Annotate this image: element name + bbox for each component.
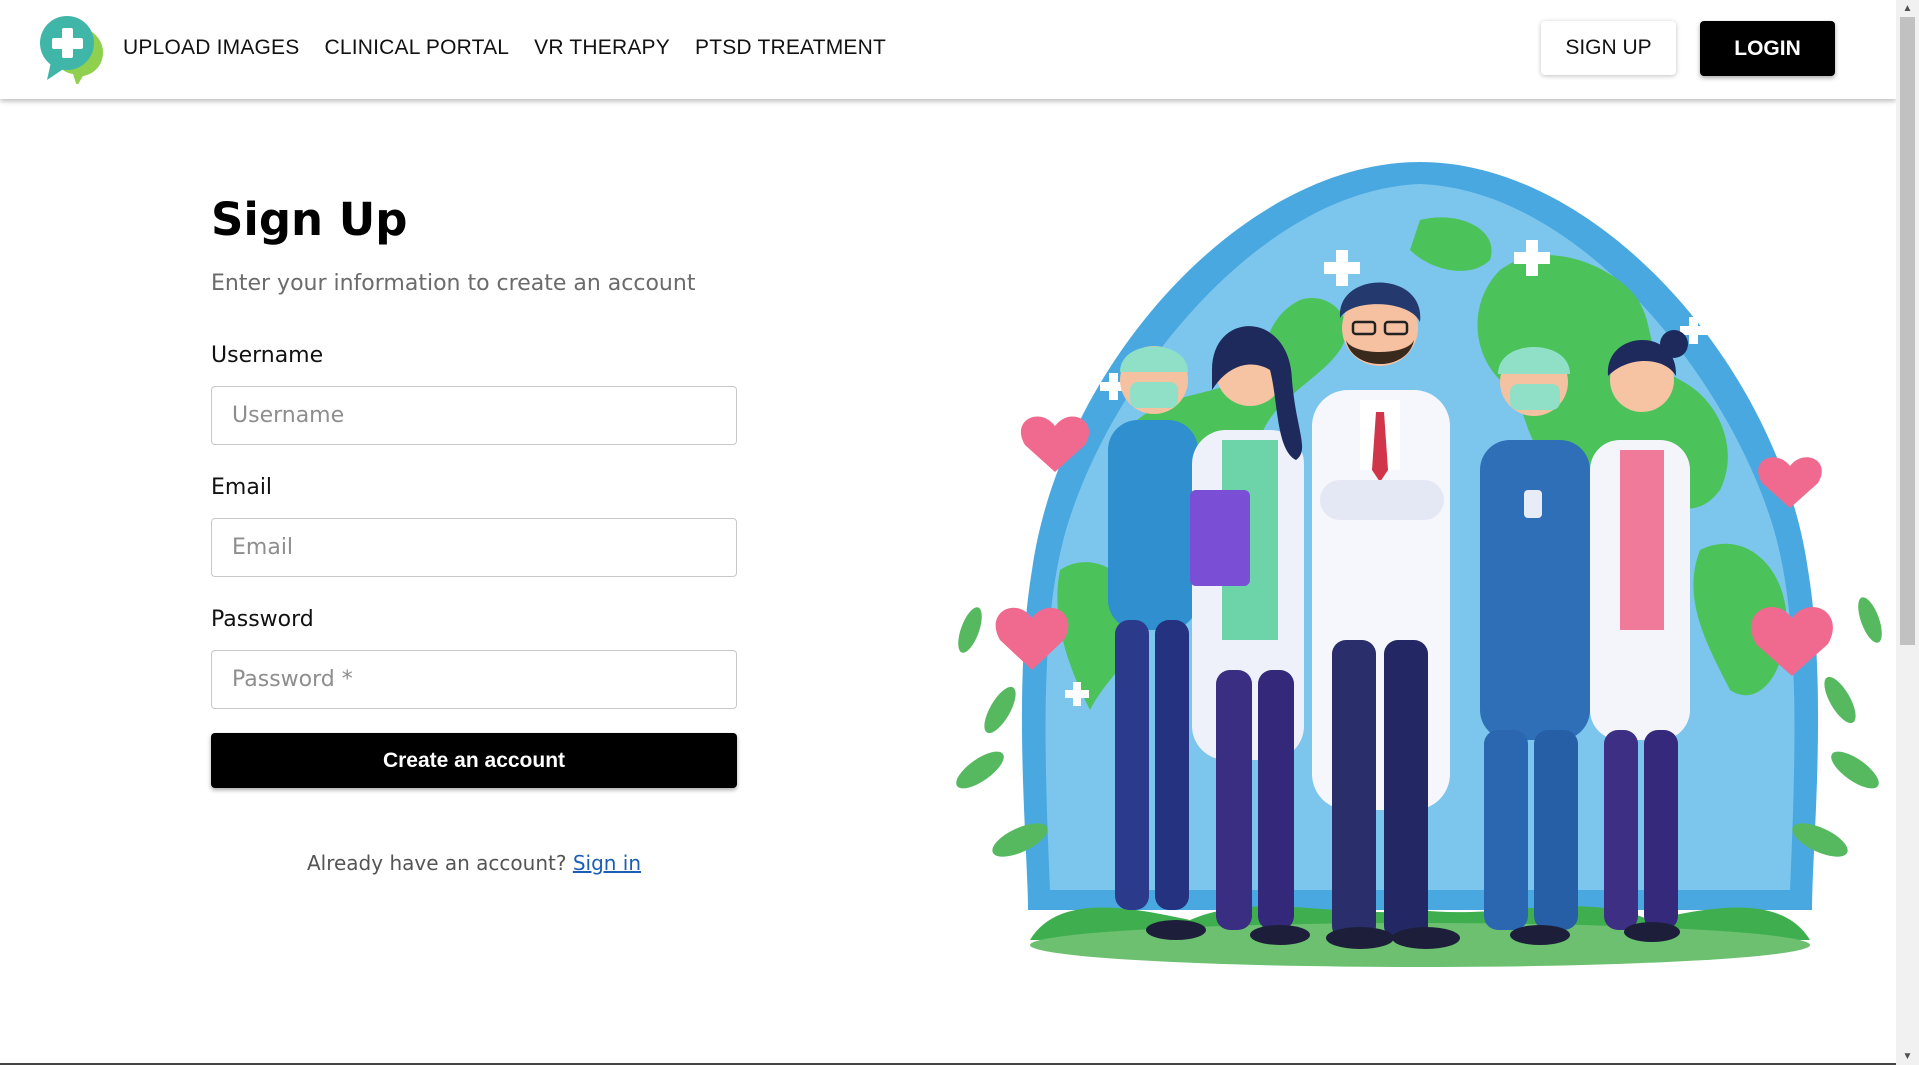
page-scrollbar[interactable]: ▲ ▼ bbox=[1896, 0, 1919, 1065]
signin-link[interactable]: Sign in bbox=[573, 851, 641, 875]
nav-vr-therapy[interactable]: VR THERAPY bbox=[534, 36, 670, 60]
signin-prompt-row: Already have an account? Sign in bbox=[211, 851, 737, 875]
scroll-thumb[interactable] bbox=[1900, 17, 1915, 645]
scroll-up-arrow-icon[interactable]: ▲ bbox=[1896, 0, 1919, 17]
password-input[interactable] bbox=[211, 650, 737, 709]
medical-cross-chat-icon[interactable] bbox=[37, 12, 109, 84]
username-input[interactable] bbox=[211, 386, 737, 445]
page-title: Sign Up bbox=[211, 193, 408, 246]
nav-signup-button[interactable]: SIGN UP bbox=[1541, 21, 1676, 75]
create-account-button[interactable]: Create an account bbox=[211, 733, 737, 788]
nav-ptsd-treatment[interactable]: PTSD TREATMENT bbox=[695, 36, 886, 60]
email-label: Email bbox=[211, 475, 273, 500]
signin-prompt-text: Already have an account? bbox=[306, 851, 567, 875]
password-label: Password bbox=[211, 607, 314, 632]
main-nav: UPLOAD IMAGES CLINICAL PORTAL VR THERAPY… bbox=[123, 0, 911, 96]
scroll-down-arrow-icon[interactable]: ▼ bbox=[1896, 1048, 1919, 1065]
email-input[interactable] bbox=[211, 518, 737, 577]
nav-upload-images[interactable]: UPLOAD IMAGES bbox=[123, 36, 299, 60]
top-navbar: UPLOAD IMAGES CLINICAL PORTAL VR THERAPY… bbox=[0, 0, 1896, 99]
healthcare-team-illustration bbox=[956, 162, 1882, 967]
username-label: Username bbox=[211, 343, 324, 368]
nav-login-button[interactable]: LOGIN bbox=[1700, 21, 1835, 76]
page-subtitle: Enter your information to create an acco… bbox=[211, 271, 696, 296]
nav-clinical-portal[interactable]: CLINICAL PORTAL bbox=[324, 36, 509, 60]
